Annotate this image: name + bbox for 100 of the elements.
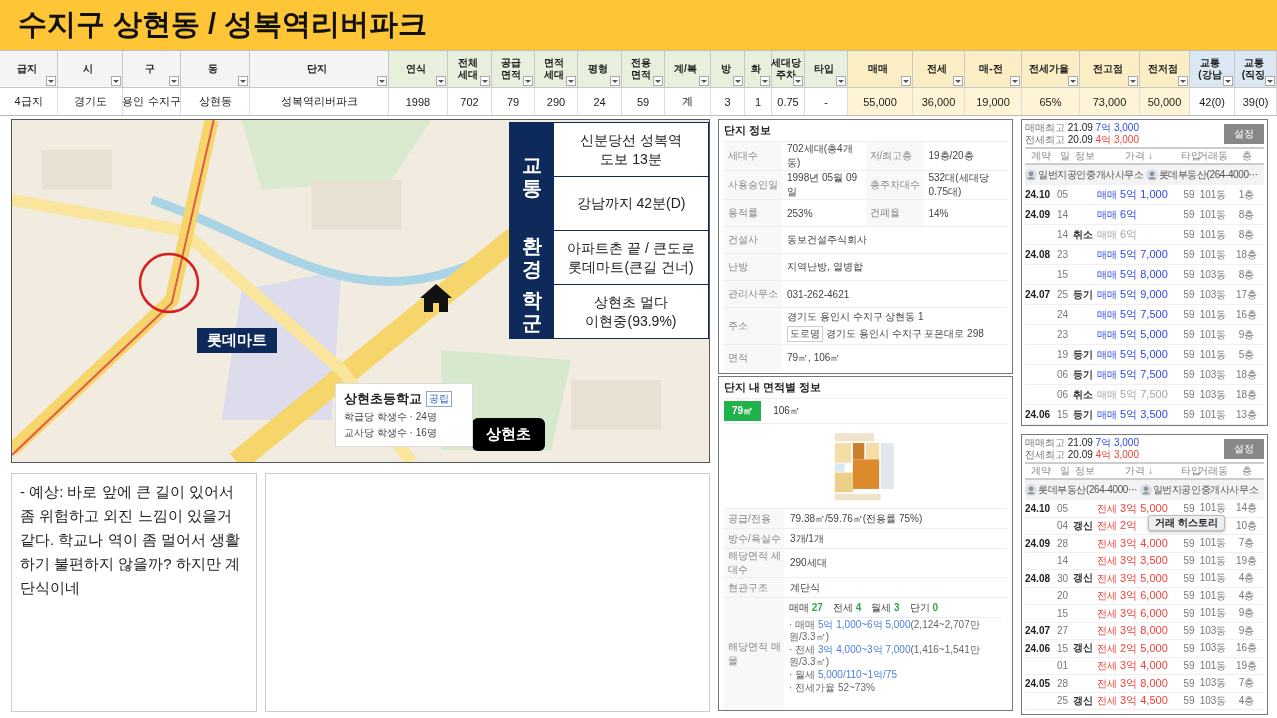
column-header: 전저점	[1147, 63, 1178, 75]
settings-button[interactable]: 설정	[1224, 438, 1264, 459]
trade-price: 전세 3억 5,000	[1097, 570, 1168, 586]
trade-price: 매매 5억 7,000	[1097, 247, 1168, 262]
filter-button[interactable]	[836, 76, 846, 86]
settings-button[interactable]: 설정	[1224, 123, 1264, 144]
column-header: 층	[1240, 149, 1253, 163]
trade-price: 전세 3억 8,000	[1097, 675, 1168, 691]
filter-button[interactable]	[169, 76, 179, 86]
agent-name[interactable]: 롯데부동산(264-4000⋯	[1038, 483, 1138, 497]
caret-icon	[701, 79, 707, 83]
filter-button[interactable]	[436, 76, 446, 86]
table-cell-text: 등기	[1073, 407, 1094, 422]
table-cell-text: 59	[1182, 209, 1196, 220]
filter-button[interactable]	[523, 76, 533, 86]
column-header: 전고점	[1092, 63, 1123, 75]
filter-button[interactable]	[1010, 76, 1020, 86]
filter-button[interactable]	[901, 76, 911, 86]
filter-button[interactable]	[610, 76, 620, 86]
trade-price: 매매 5억 9,000	[1097, 287, 1168, 302]
summary-cell: 신분당선 성복역 도보 13분	[554, 123, 708, 176]
table-cell-text: 13층	[1234, 407, 1259, 422]
info-label: 총주차대수	[865, 171, 924, 199]
table-cell: 73,000	[1080, 88, 1140, 115]
table-cell-text: 59	[1182, 309, 1196, 320]
table-cell-text: 103동	[1198, 387, 1228, 402]
caret-icon	[48, 79, 54, 83]
filter-button[interactable]	[760, 76, 770, 86]
table-cell-text: 28	[1057, 677, 1070, 689]
table-cell-text: 103동	[1198, 641, 1228, 656]
info-value: 290세대	[789, 556, 827, 570]
avatar-icon	[1139, 484, 1152, 496]
table-cell-text: 59	[1182, 329, 1196, 340]
filter-button[interactable]	[1265, 76, 1275, 86]
caret-icon	[955, 79, 961, 83]
filter-button[interactable]	[111, 76, 121, 86]
filter-button[interactable]	[1068, 76, 1078, 86]
column-header: 일	[1059, 149, 1071, 163]
caret-icon	[762, 79, 768, 83]
trade-price: 전세 3억 4,500	[1097, 693, 1168, 709]
table-cell-text: 27	[1057, 625, 1070, 637]
agent-name[interactable]: 일번지공인중개사사무소	[1152, 483, 1259, 497]
caret-icon	[1012, 79, 1018, 83]
table-cell-text: 9층	[1237, 623, 1256, 638]
table-cell-text: 15	[1057, 642, 1070, 654]
table-cell-text: 101동	[1198, 553, 1228, 568]
info-value: 702세대(총4개동)	[786, 142, 854, 170]
table-cell-text: 59	[1182, 555, 1196, 567]
table-cell-text: 16층	[1234, 307, 1259, 322]
table-cell-text: 19층	[1234, 658, 1259, 673]
filter-button[interactable]	[1178, 76, 1188, 86]
area-tab[interactable]: 106㎡	[765, 401, 808, 421]
table-cell-text: 취소	[1073, 227, 1094, 242]
agent-name[interactable]: 롯데부동산(264-4000⋯	[1158, 168, 1259, 182]
table-cell-text: 7층	[1237, 676, 1256, 691]
table-cell-text: 101동	[1198, 536, 1228, 551]
column-header: 동	[208, 63, 218, 75]
info-value: 경기도 용인시 수지구 상현동 1	[787, 310, 924, 324]
table-cell-text: 4층	[1237, 571, 1256, 586]
table-cell-text: 19	[1057, 349, 1070, 360]
filter-button[interactable]	[566, 76, 576, 86]
table-cell-text: 14	[1057, 209, 1070, 220]
school-stat: 교사당 학생수 · 16명	[344, 426, 438, 440]
agent-name[interactable]: 일번지공인중개사사무소	[1038, 168, 1144, 182]
summary-cell: 상현초 멀다 이현중(93.9%)	[554, 285, 708, 338]
table-cell-text: 24.07	[1025, 625, 1052, 637]
school-stat: 학급당 학생수 · 24명	[344, 410, 438, 424]
filter-button[interactable]	[653, 76, 663, 86]
info-label: 해당면적 세대수	[724, 549, 784, 577]
filter-button[interactable]	[699, 76, 709, 86]
column-header: 일	[1059, 464, 1071, 478]
table-cell-text: 05	[1057, 502, 1070, 514]
listing-count: 전세 4	[832, 601, 862, 615]
table-cell-text: 23	[1057, 249, 1070, 260]
info-value: 1998년 05월 09일	[786, 171, 859, 199]
table-cell-text: 59	[1182, 189, 1196, 200]
highest-price: 매매최고 21.09 7억 3,000	[1025, 121, 1139, 134]
filter-button[interactable]	[1223, 76, 1233, 86]
filter-button[interactable]	[953, 76, 963, 86]
info-value: 79㎡, 106㎡	[786, 351, 842, 365]
table-cell-text: 28	[1057, 537, 1070, 549]
info-label: 면적	[724, 345, 782, 371]
filter-button[interactable]	[733, 76, 743, 86]
info-label: 저/최고층	[865, 142, 924, 170]
caret-icon	[525, 79, 531, 83]
filter-button[interactable]	[377, 76, 387, 86]
table-cell-text: 25	[1057, 289, 1070, 300]
filter-button[interactable]	[1128, 76, 1138, 86]
table-cell-text: 8층	[1237, 267, 1256, 282]
caret-icon	[1267, 79, 1273, 83]
table-cell-text: 취소	[1073, 387, 1094, 402]
filter-button[interactable]	[46, 76, 56, 86]
column-header: 계약	[1030, 149, 1052, 163]
table-cell-text: 06	[1057, 389, 1070, 400]
trade-price: 매매 5억 1,000	[1097, 187, 1168, 202]
table-cell: 55,000	[848, 88, 913, 115]
house-icon	[419, 283, 453, 313]
filter-button[interactable]	[238, 76, 248, 86]
filter-button[interactable]	[480, 76, 490, 86]
caret-icon	[838, 79, 844, 83]
